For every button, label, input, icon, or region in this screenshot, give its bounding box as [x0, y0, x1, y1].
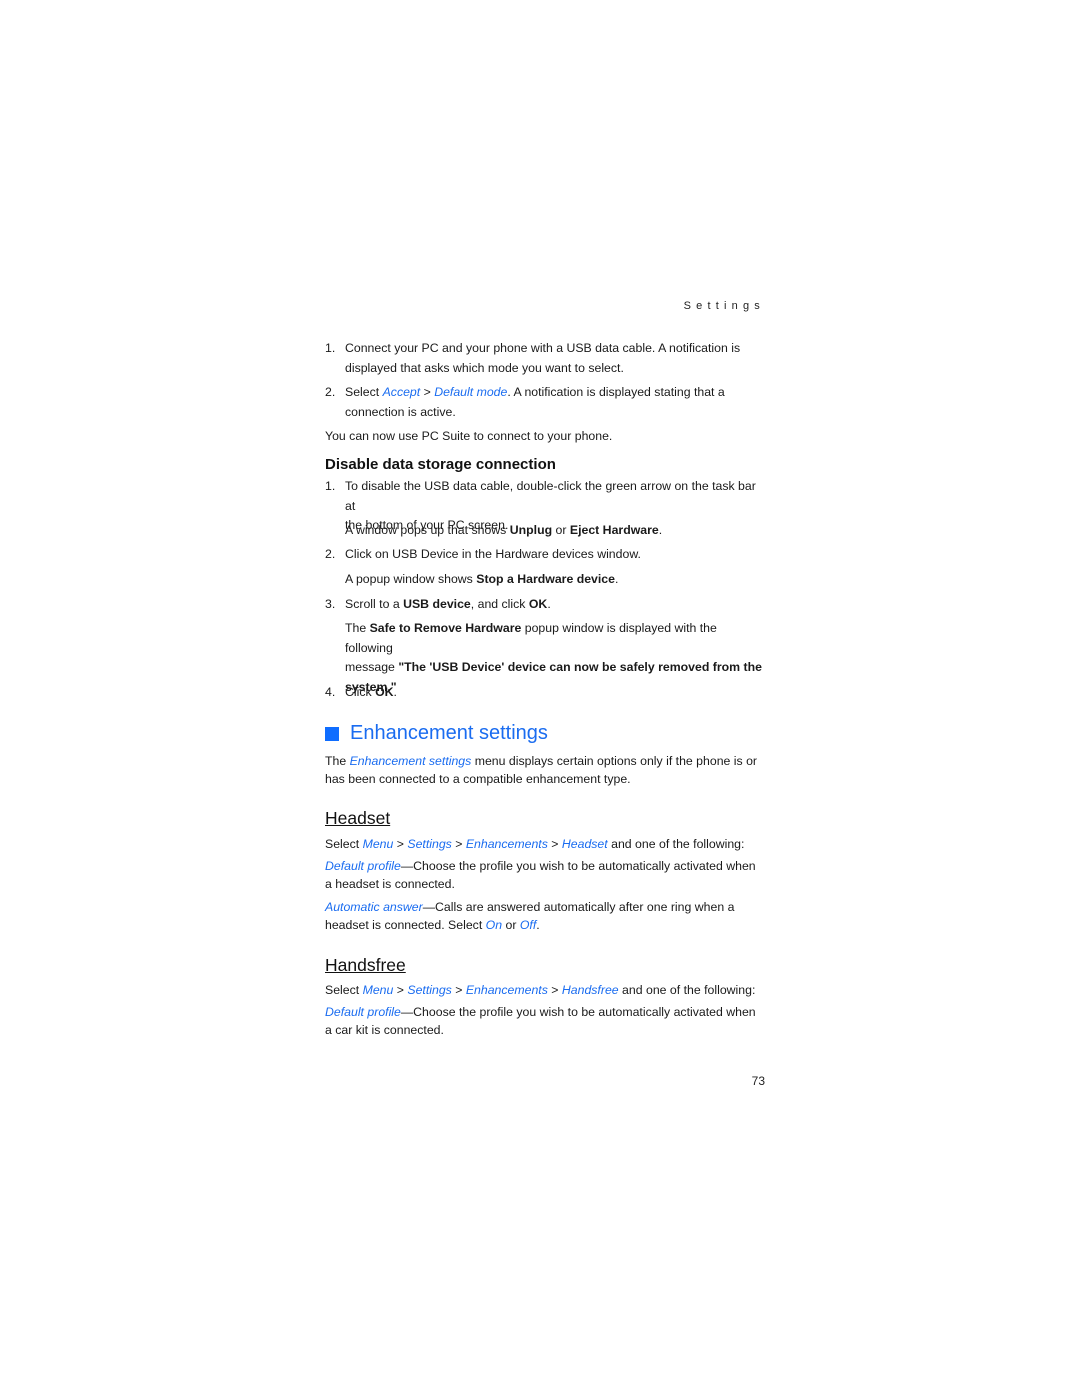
menu-link-settings[interactable]: Settings: [407, 837, 451, 851]
list-item: 3. Scroll to a USB device, and click OK.: [325, 597, 551, 611]
headset-option-default-profile: Default profile—Choose the profile you w…: [325, 859, 756, 891]
list-item: 2. Click on USB Device in the Hardware d…: [325, 547, 641, 561]
menu-link-menu[interactable]: Menu: [363, 837, 394, 851]
option-link-off[interactable]: Off: [520, 918, 536, 932]
headset-heading: Headset: [325, 808, 391, 828]
option-link-default-profile[interactable]: Default profile: [325, 859, 401, 873]
section-marker-icon: [325, 726, 339, 741]
section-title: Enhancement settings: [325, 722, 548, 745]
enhancement-intro: The Enhancement settings menu displays c…: [325, 754, 758, 786]
menu-link-accept[interactable]: Accept: [383, 385, 421, 399]
option-link-automatic-answer[interactable]: Automatic answer: [325, 900, 423, 914]
headset-menu-path: Select Menu > Settings > Enhancements > …: [325, 837, 745, 851]
disable-section-heading: Disable data storage connection: [325, 456, 556, 473]
menu-link-enhancement-settings[interactable]: Enhancement settings: [350, 754, 472, 768]
handsfree-menu-path: Select Menu > Settings > Enhancements > …: [325, 983, 756, 997]
menu-link-settings[interactable]: Settings: [407, 983, 451, 997]
menu-link-default-mode[interactable]: Default mode: [434, 385, 507, 399]
option-link-default-profile[interactable]: Default profile: [325, 1005, 401, 1019]
pc-suite-note: You can now use PC Suite to connect to y…: [325, 429, 613, 443]
handsfree-heading: Handsfree: [325, 955, 406, 975]
menu-link-enhancements[interactable]: Enhancements: [466, 983, 548, 997]
step-note: A popup window shows Stop a Hardware dev…: [345, 572, 619, 586]
list-item: 4. Click OK.: [325, 685, 397, 699]
menu-link-menu[interactable]: Menu: [363, 983, 394, 997]
handsfree-option-default-profile: Default profile—Choose the profile you w…: [325, 1005, 756, 1037]
option-link-on[interactable]: On: [486, 918, 502, 932]
menu-link-headset[interactable]: Headset: [562, 837, 608, 851]
headset-option-automatic-answer: Automatic answer—Calls are answered auto…: [325, 900, 735, 932]
page-number: 73: [751, 1074, 765, 1088]
menu-link-handsfree[interactable]: Handsfree: [562, 983, 619, 997]
menu-link-enhancements[interactable]: Enhancements: [466, 837, 548, 851]
list-item: 1. Connect your PC and your phone with a…: [325, 341, 741, 375]
list-item: 2. Select Accept > Default mode. A notif…: [325, 385, 725, 419]
running-head: Settings: [683, 300, 765, 312]
step-note: A window pops up that shows Unplug or Ej…: [345, 523, 663, 537]
